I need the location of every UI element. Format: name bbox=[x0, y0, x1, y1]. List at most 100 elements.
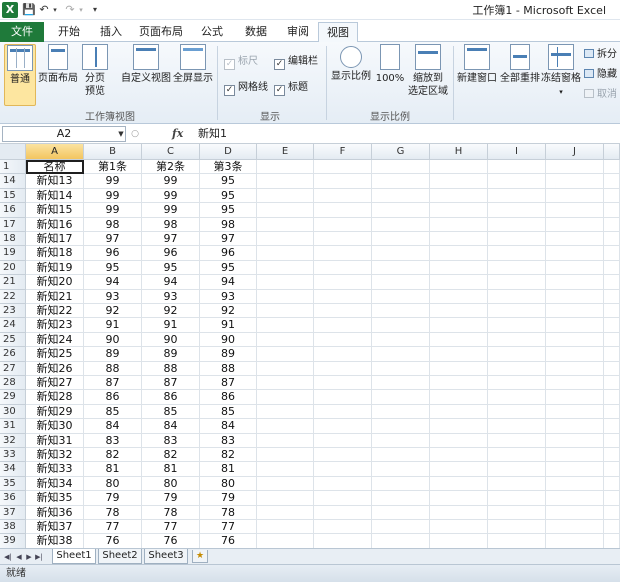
cell-c[interactable]: 82 bbox=[142, 448, 200, 463]
cell-a[interactable]: 名称 bbox=[26, 160, 84, 175]
row-header[interactable]: 22 bbox=[0, 289, 26, 304]
cell-k[interactable] bbox=[604, 376, 620, 391]
cell-a[interactable]: 新知16 bbox=[26, 217, 84, 232]
row-header[interactable]: 23 bbox=[0, 304, 26, 319]
cell-h[interactable] bbox=[430, 289, 488, 304]
cell-c[interactable]: 84 bbox=[142, 419, 200, 434]
cell-g[interactable] bbox=[372, 505, 430, 520]
cell-b[interactable]: 82 bbox=[84, 448, 142, 463]
cell-e[interactable] bbox=[257, 275, 314, 290]
cell-d[interactable]: 97 bbox=[200, 232, 257, 247]
cell-b[interactable]: 94 bbox=[84, 275, 142, 290]
cell-c[interactable]: 81 bbox=[142, 462, 200, 477]
cell-k[interactable] bbox=[604, 419, 620, 434]
customize-quick-access-icon[interactable]: ▾ bbox=[90, 2, 100, 18]
cell-a[interactable]: 新知30 bbox=[26, 419, 84, 434]
cell-h[interactable] bbox=[430, 304, 488, 319]
cell-f[interactable] bbox=[314, 217, 372, 232]
cell-f[interactable] bbox=[314, 462, 372, 477]
cell-j[interactable] bbox=[546, 289, 604, 304]
cell-h[interactable] bbox=[430, 419, 488, 434]
cell-b[interactable]: 85 bbox=[84, 404, 142, 420]
cell-j[interactable] bbox=[546, 232, 604, 247]
cell-j[interactable] bbox=[546, 318, 604, 333]
cell-e[interactable] bbox=[257, 390, 314, 405]
cell-g[interactable] bbox=[372, 160, 430, 175]
next-sheet-icon[interactable]: ▶ bbox=[24, 551, 34, 563]
cell-j[interactable] bbox=[546, 217, 604, 232]
name-box[interactable]: A2 bbox=[2, 126, 126, 142]
column-header-c[interactable]: C bbox=[142, 144, 200, 160]
cell-i[interactable] bbox=[488, 275, 546, 290]
cell-b[interactable]: 98 bbox=[84, 217, 142, 232]
hide-button[interactable]: 隐藏 bbox=[584, 68, 617, 82]
cell-h[interactable] bbox=[430, 318, 488, 333]
worksheet-grid[interactable]: A B C D E F G H I J 1 名称 第1条 第2条 第3条 14 新… bbox=[0, 144, 620, 548]
sheet-tab-sheet1[interactable]: Sheet1 bbox=[52, 549, 96, 564]
cell-c[interactable]: 79 bbox=[142, 491, 200, 506]
cell-a[interactable]: 新知37 bbox=[26, 520, 84, 535]
cell-j[interactable] bbox=[546, 260, 604, 276]
row-header[interactable]: 26 bbox=[0, 347, 26, 362]
cell-d[interactable]: 84 bbox=[200, 419, 257, 434]
cell-a[interactable]: 新知22 bbox=[26, 304, 84, 319]
cell-c[interactable]: 95 bbox=[142, 260, 200, 276]
cell-f[interactable] bbox=[314, 520, 372, 535]
cell-h[interactable] bbox=[430, 246, 488, 261]
cell-k[interactable] bbox=[604, 462, 620, 477]
cell-j[interactable] bbox=[546, 476, 604, 492]
cell-g[interactable] bbox=[372, 419, 430, 434]
cell-i[interactable] bbox=[488, 347, 546, 362]
cell-i[interactable] bbox=[488, 376, 546, 391]
cell-f[interactable] bbox=[314, 260, 372, 276]
cell-b[interactable]: 89 bbox=[84, 347, 142, 362]
cell-d[interactable]: 95 bbox=[200, 188, 257, 204]
cell-e[interactable] bbox=[257, 304, 314, 319]
unhide-button[interactable]: 取消 bbox=[584, 88, 617, 102]
arrange-all-button[interactable]: 全部重排 bbox=[499, 44, 541, 106]
cell-d[interactable]: 88 bbox=[200, 361, 257, 376]
zoom-button[interactable]: 显示比例 bbox=[330, 44, 372, 106]
cell-e[interactable] bbox=[257, 376, 314, 391]
cell-k[interactable] bbox=[604, 232, 620, 247]
cell-d[interactable]: 95 bbox=[200, 260, 257, 276]
cell-g[interactable] bbox=[372, 390, 430, 405]
cell-c[interactable]: 99 bbox=[142, 188, 200, 204]
cell-g[interactable] bbox=[372, 433, 430, 448]
sheet-tab-sheet3[interactable]: Sheet3 bbox=[144, 549, 188, 564]
cell-k[interactable] bbox=[604, 404, 620, 420]
cell-d[interactable]: 96 bbox=[200, 246, 257, 261]
cell-f[interactable] bbox=[314, 246, 372, 261]
cell-e[interactable] bbox=[257, 217, 314, 232]
cell-a[interactable]: 新知19 bbox=[26, 260, 84, 276]
new-window-button[interactable]: 新建窗口 bbox=[456, 44, 498, 106]
row-header[interactable]: 31 bbox=[0, 419, 26, 434]
column-header-a[interactable]: A bbox=[26, 144, 84, 160]
cell-g[interactable] bbox=[372, 448, 430, 463]
row-header[interactable]: 30 bbox=[0, 404, 26, 420]
cell-a[interactable]: 新知21 bbox=[26, 289, 84, 304]
cell-g[interactable] bbox=[372, 534, 430, 548]
first-sheet-icon[interactable]: ◀| bbox=[3, 551, 13, 563]
cell-c[interactable]: 94 bbox=[142, 275, 200, 290]
cell-k[interactable] bbox=[604, 433, 620, 448]
cell-i[interactable] bbox=[488, 404, 546, 420]
cell-e[interactable] bbox=[257, 203, 314, 218]
tab-data[interactable]: 数据 bbox=[238, 22, 274, 42]
cell-k[interactable] bbox=[604, 203, 620, 218]
cell-k[interactable] bbox=[604, 347, 620, 362]
cell-b[interactable]: 81 bbox=[84, 462, 142, 477]
cell-g[interactable] bbox=[372, 174, 430, 189]
cell-e[interactable] bbox=[257, 188, 314, 204]
cell-i[interactable] bbox=[488, 304, 546, 319]
cell-f[interactable] bbox=[314, 404, 372, 420]
cell-e[interactable] bbox=[257, 448, 314, 463]
cell-i[interactable] bbox=[488, 433, 546, 448]
cell-a[interactable]: 新知26 bbox=[26, 361, 84, 376]
cell-j[interactable] bbox=[546, 246, 604, 261]
cell-b[interactable]: 95 bbox=[84, 260, 142, 276]
cell-d[interactable]: 90 bbox=[200, 332, 257, 348]
cell-k[interactable] bbox=[604, 390, 620, 405]
save-icon[interactable]: 💾 bbox=[22, 2, 36, 18]
cell-h[interactable] bbox=[430, 433, 488, 448]
